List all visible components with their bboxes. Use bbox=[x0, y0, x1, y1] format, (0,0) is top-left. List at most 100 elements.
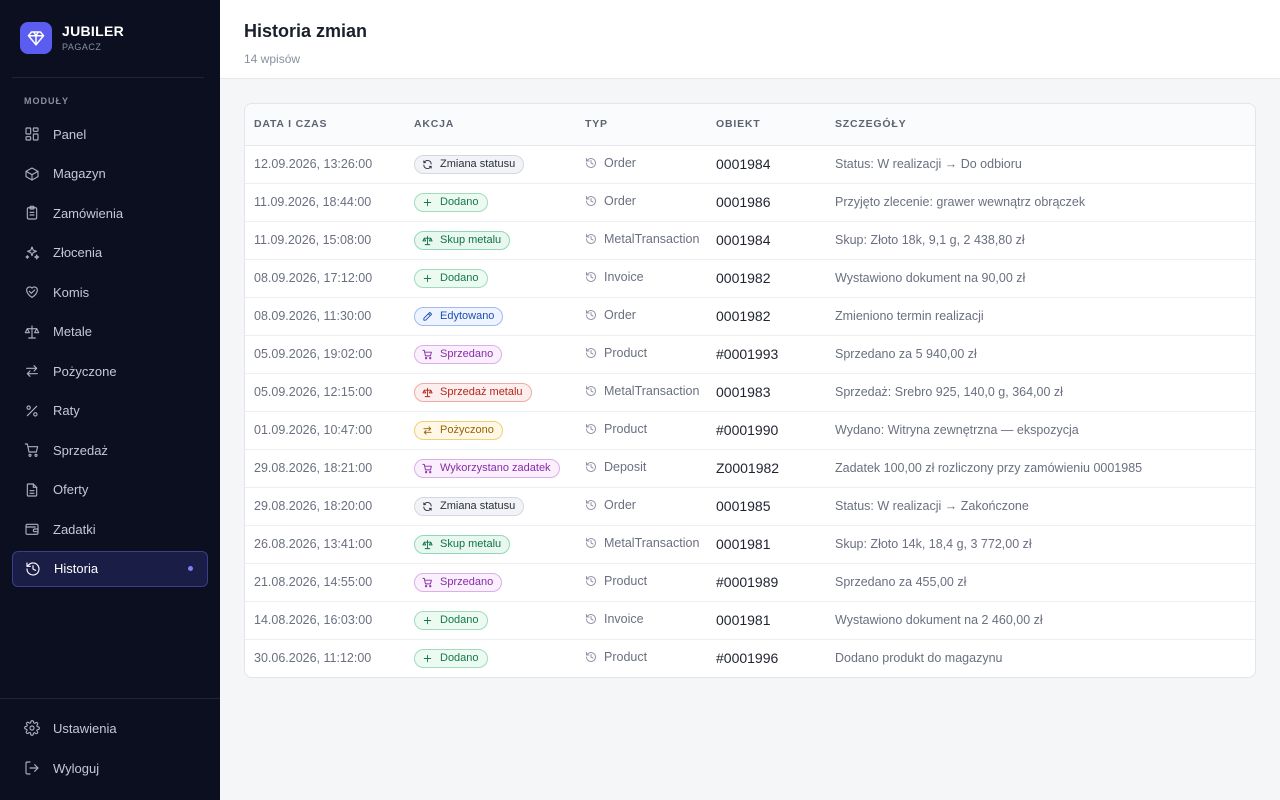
document-icon bbox=[24, 482, 53, 498]
sidebar-item-komis[interactable]: Komis bbox=[12, 274, 208, 310]
table-row[interactable]: 05.09.2026, 12:15:00 Sprzedaż metalu Metal… bbox=[245, 373, 1255, 412]
sidebar-item-ustawienia[interactable]: Ustawienia bbox=[12, 710, 208, 746]
row-object[interactable]: 0001981 bbox=[707, 525, 826, 564]
sidebar-item-zamowienia[interactable]: Zamówienia bbox=[12, 195, 208, 231]
row-object[interactable]: 0001985 bbox=[707, 487, 826, 526]
sidebar-item-zadatki[interactable]: Zadatki bbox=[12, 511, 208, 547]
row-details: Status: W realizacji → Zakończone bbox=[826, 487, 1255, 526]
table-row[interactable]: 26.08.2026, 13:41:00 Skup metalu MetalTran… bbox=[245, 525, 1255, 564]
row-object[interactable]: 0001982 bbox=[707, 259, 826, 298]
row-details: Status: W realizacji → Do odbioru bbox=[826, 145, 1255, 184]
row-details: Dodano produkt do magazynu bbox=[835, 651, 1003, 666]
type-label: MetalTransaction bbox=[604, 384, 700, 398]
history-icon bbox=[585, 233, 604, 245]
action-badge: Dodano bbox=[414, 648, 488, 668]
action-label: Zmiana statusu bbox=[440, 499, 516, 512]
row-details: Sprzedaż: Srebro 925, 140,0 g, 364,00 zł bbox=[826, 373, 1255, 412]
row-object[interactable]: 0001982 bbox=[707, 297, 826, 336]
row-action: Dodano bbox=[405, 183, 576, 222]
type-label: Product bbox=[604, 422, 648, 436]
sidebar-item-pozyczone[interactable]: Pożyczone bbox=[12, 353, 208, 389]
row-date: 11.09.2026, 15:08:00 bbox=[245, 221, 405, 260]
row-object[interactable]: 0001984 bbox=[707, 145, 826, 184]
row-date: 11.09.2026, 18:44:00 bbox=[245, 183, 405, 222]
row-object[interactable]: 0001984 bbox=[707, 221, 826, 260]
table-row[interactable]: 21.08.2026, 14:55:00 Sprzedano Product #000… bbox=[245, 563, 1255, 602]
column-header-object[interactable]: OBIEKT bbox=[707, 104, 826, 146]
sidebar-item-sprzedaz[interactable]: Sprzedaż bbox=[12, 432, 208, 468]
table-row[interactable]: 30.06.2026, 11:12:00 Dodano Product #000199… bbox=[245, 639, 1255, 677]
table-row[interactable]: 12.09.2026, 13:26:00 Zmiana statusu Order 0… bbox=[245, 145, 1255, 184]
history-icon bbox=[585, 423, 604, 435]
sidebar-item-label: Magazyn bbox=[53, 166, 106, 181]
table-row[interactable]: 05.09.2026, 19:02:00 Sprzedano Product #000… bbox=[245, 335, 1255, 374]
row-details: Zmieniono termin realizacji bbox=[826, 297, 1255, 336]
type-label: Invoice bbox=[604, 612, 644, 626]
table-row[interactable]: 14.08.2026, 16:03:00 Dodano Invoice 0001981… bbox=[245, 601, 1255, 640]
table-row[interactable]: 08.09.2026, 11:30:00 Edytowano Order 000198… bbox=[245, 297, 1255, 336]
type-label: Order bbox=[604, 308, 636, 322]
main-content: Historia zmian 14 wpisów DATA I CZAS AKC… bbox=[220, 0, 1280, 800]
history-icon bbox=[585, 461, 604, 473]
sidebar-item-oferty[interactable]: Oferty bbox=[12, 472, 208, 508]
row-object[interactable]: #0001993 bbox=[707, 335, 826, 374]
row-action: Sprzedano bbox=[405, 335, 576, 374]
column-header-type[interactable]: TYP bbox=[576, 104, 707, 146]
column-header-action[interactable]: AKCJA bbox=[405, 104, 576, 146]
column-header-date[interactable]: DATA I CZAS bbox=[245, 104, 405, 146]
column-header-details[interactable]: SZCZEGÓŁY bbox=[826, 104, 1255, 146]
action-badge: Pożyczono bbox=[414, 420, 503, 440]
sidebar-item-label: Złocenia bbox=[53, 245, 103, 260]
row-type: MetalTransaction bbox=[576, 373, 707, 412]
scale-icon bbox=[422, 235, 440, 246]
row-details: Wystawiono dokument na 2 460,00 zł bbox=[826, 601, 1255, 640]
sidebar-item-metale[interactable]: Metale bbox=[12, 314, 208, 350]
table-row[interactable]: 11.09.2026, 18:44:00 Dodano Order 0001986 Pr… bbox=[245, 183, 1255, 222]
sidebar-item-magazyn[interactable]: Magazyn bbox=[12, 156, 208, 192]
row-date: 14.08.2026, 16:03:00 bbox=[245, 601, 405, 640]
row-details: Skup: Złoto 18k, 9,1 g, 2 438,80 zł bbox=[826, 221, 1255, 260]
sidebar-item-raty[interactable]: Raty bbox=[12, 393, 208, 429]
plus-icon bbox=[422, 197, 440, 208]
row-object[interactable]: #0001989 bbox=[707, 563, 826, 602]
sidebar-item-wyloguj[interactable]: Wyloguj bbox=[12, 750, 208, 786]
row-object[interactable]: 0001986 bbox=[707, 183, 826, 222]
row-type: Order bbox=[576, 487, 707, 526]
row-object[interactable]: #0001996 bbox=[707, 639, 826, 677]
action-badge: Zmiana statusu bbox=[414, 154, 525, 174]
brand[interactable]: JUBILER PAGACZ bbox=[20, 22, 124, 54]
history-icon bbox=[585, 537, 604, 549]
plus-icon bbox=[422, 615, 440, 626]
table-row[interactable]: 01.09.2026, 10:47:00 Pożyczono Product #000… bbox=[245, 411, 1255, 450]
action-label: Dodano bbox=[440, 651, 479, 664]
row-object[interactable]: Z0001982 bbox=[707, 449, 826, 488]
sidebar-item-historia[interactable]: Historia bbox=[12, 550, 208, 587]
row-date: 08.09.2026, 11:30:00 bbox=[245, 297, 405, 336]
history-icon bbox=[585, 347, 604, 359]
sidebar-item-zlocenia[interactable]: Złocenia bbox=[12, 235, 208, 271]
type-label: Product bbox=[604, 650, 648, 665]
arrows-exchange-icon bbox=[24, 363, 53, 379]
row-object[interactable]: 0001983 bbox=[707, 373, 826, 412]
table-row[interactable]: 29.08.2026, 18:20:00 Zmiana statusu Order 0… bbox=[245, 487, 1255, 526]
sidebar-item-label: Historia bbox=[54, 561, 99, 576]
row-date: 29.08.2026, 18:20:00 bbox=[245, 487, 405, 526]
action-badge: Dodano bbox=[414, 610, 488, 630]
row-object[interactable]: #0001990 bbox=[707, 411, 826, 450]
grid-icon bbox=[24, 126, 53, 142]
sidebar-item-panel[interactable]: Panel bbox=[12, 116, 208, 152]
table-row[interactable]: 08.09.2026, 17:12:00 Dodano Invoice 0001982… bbox=[245, 259, 1255, 298]
row-type: Invoice bbox=[576, 259, 707, 298]
type-label: Deposit bbox=[604, 460, 647, 474]
action-label: Sprzedano bbox=[440, 575, 494, 588]
row-date: 01.09.2026, 10:47:00 bbox=[245, 411, 405, 450]
sidebar-item-label: Panel bbox=[53, 126, 87, 142]
table-row[interactable]: 29.08.2026, 18:21:00 Wykorzystano zadatek… bbox=[245, 449, 1255, 488]
cart-icon bbox=[422, 577, 440, 588]
table-row[interactable]: 11.09.2026, 15:08:00 Skup metalu MetalTran… bbox=[245, 221, 1255, 260]
action-label: Dodano bbox=[440, 195, 479, 208]
row-object[interactable]: 0001981 bbox=[707, 601, 826, 640]
history-table: DATA I CZAS AKCJA TYP OBIEKT SZCZEGÓŁY 1… bbox=[245, 104, 1255, 677]
row-action: Dodano bbox=[405, 601, 576, 640]
row-action: Wykorzystano zadatek bbox=[405, 449, 576, 488]
